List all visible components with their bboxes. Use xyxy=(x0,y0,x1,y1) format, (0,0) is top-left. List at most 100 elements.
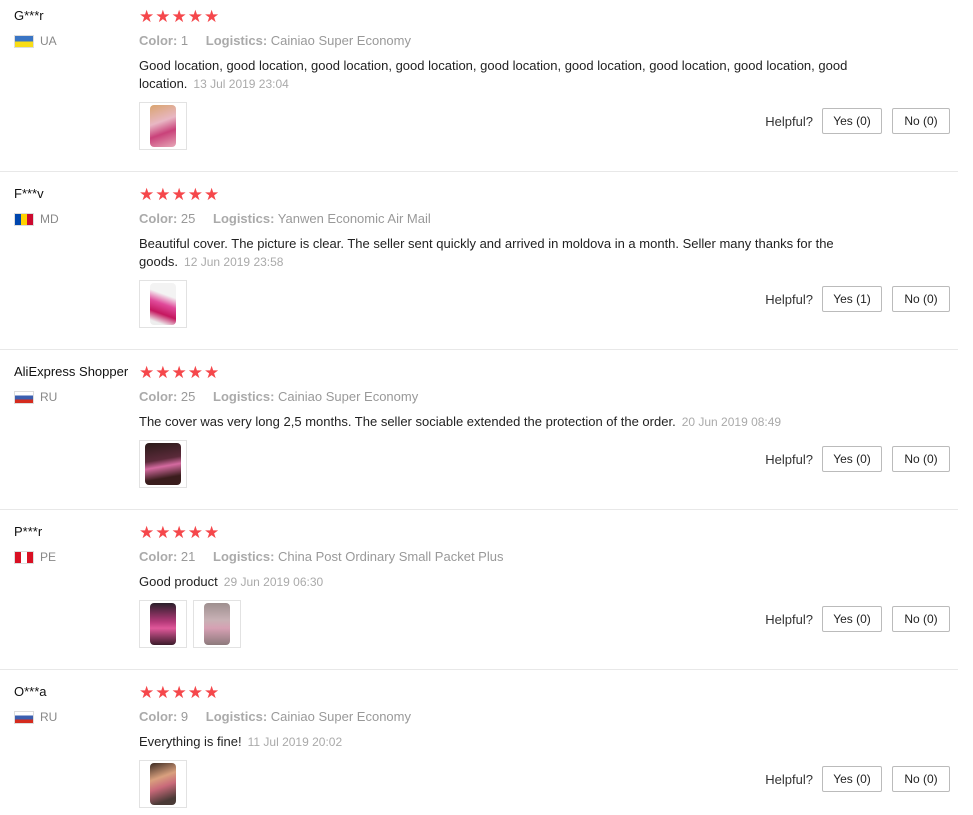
reviewer-name: F***v xyxy=(14,186,44,201)
color-value: 25 xyxy=(180,389,196,404)
phone-case-photo xyxy=(150,283,176,325)
reviewer-name: AliExpress Shopper xyxy=(14,364,129,379)
helpful-no-button[interactable]: No (0) xyxy=(892,108,950,134)
review-text: Everything is fine! 11 Jul 2019 20:02 xyxy=(139,733,859,751)
reviewer-country: RU xyxy=(14,710,57,724)
review-photo-thumbnail[interactable] xyxy=(139,280,187,328)
review-text: Good product 29 Jun 2019 06:30 xyxy=(139,573,859,591)
review-photos xyxy=(139,440,187,488)
country-code: PE xyxy=(40,550,57,564)
phone-case-photo xyxy=(150,105,176,147)
logistics-label: Logistics: xyxy=(205,33,268,48)
color-label: Color: xyxy=(139,549,178,564)
review-attributes: Color: 21 Logistics: China Post Ordinary… xyxy=(139,549,503,564)
helpful-yes-button[interactable]: Yes (0) xyxy=(822,108,882,134)
phone-case-photo xyxy=(204,603,230,645)
helpful-yes-button[interactable]: Yes (0) xyxy=(822,446,882,472)
logistics-label: Logistics: xyxy=(205,709,268,724)
review-attributes: Color: 9 Logistics: Cainiao Super Econom… xyxy=(139,709,411,724)
color-value: 9 xyxy=(180,709,189,724)
review-photos xyxy=(139,102,187,150)
review-photos xyxy=(139,760,187,808)
color-value: 21 xyxy=(180,549,196,564)
color-value: 25 xyxy=(180,211,196,226)
review-date: 20 Jun 2019 08:49 xyxy=(681,415,782,429)
color-value: 1 xyxy=(180,33,189,48)
phone-case-photo xyxy=(150,603,176,645)
logistics-label: Logistics: xyxy=(213,549,275,564)
reviewer-name: P***r xyxy=(14,524,43,539)
logistics-value: China Post Ordinary Small Packet Plus xyxy=(278,549,504,564)
helpful-no-button[interactable]: No (0) xyxy=(892,286,950,312)
helpful-label: Helpful? xyxy=(765,451,813,467)
review-photos xyxy=(139,600,241,648)
country-code: MD xyxy=(40,212,59,226)
reviewer-country: UA xyxy=(14,34,57,48)
star-rating: ★★★★★ xyxy=(139,523,221,542)
moldova-flag-icon xyxy=(14,212,34,226)
phone-case-photo xyxy=(145,443,181,485)
helpful-vote: Helpful? Yes (0) No (0) xyxy=(765,446,950,472)
review-photo-thumbnail[interactable] xyxy=(193,600,241,648)
review-date: 12 Jun 2019 23:58 xyxy=(184,255,284,269)
helpful-yes-button[interactable]: Yes (0) xyxy=(822,606,882,632)
helpful-no-button[interactable]: No (0) xyxy=(892,766,950,792)
country-code: RU xyxy=(40,390,58,404)
helpful-yes-button[interactable]: Yes (0) xyxy=(822,766,882,792)
helpful-no-button[interactable]: No (0) xyxy=(892,606,950,632)
review-item: G***r UA ★★★★★ Color: 1 Logistics: Caini… xyxy=(0,0,958,172)
review-photos xyxy=(139,280,187,328)
review-body: Everything is fine! xyxy=(139,734,242,749)
helpful-label: Helpful? xyxy=(765,771,813,787)
review-photo-thumbnail[interactable] xyxy=(139,600,187,648)
review-body: Good product xyxy=(139,574,218,589)
star-rating: ★★★★★ xyxy=(139,185,221,204)
review-attributes: Color: 25 Logistics: Cainiao Super Econo… xyxy=(139,389,418,404)
peru-flag-icon xyxy=(14,550,34,564)
reviewer-country: PE xyxy=(14,550,56,564)
reviewer-name: O***a xyxy=(14,684,47,699)
review-date: 13 Jul 2019 23:04 xyxy=(193,77,289,91)
review-item: F***v MD ★★★★★ Color: 25 Logistics: Yanw… xyxy=(0,178,958,350)
ukraine-flag-icon xyxy=(14,34,34,48)
color-label: Color: xyxy=(139,33,178,48)
review-date: 11 Jul 2019 20:02 xyxy=(247,735,343,749)
review-item: P***r PE ★★★★★ Color: 21 Logistics: Chin… xyxy=(0,516,958,670)
helpful-no-button[interactable]: No (0) xyxy=(892,446,950,472)
helpful-vote: Helpful? Yes (0) No (0) xyxy=(765,108,950,134)
color-label: Color: xyxy=(139,211,178,226)
helpful-label: Helpful? xyxy=(765,113,813,129)
helpful-vote: Helpful? Yes (0) No (0) xyxy=(765,606,950,632)
review-date: 29 Jun 2019 06:30 xyxy=(223,575,324,589)
color-label: Color: xyxy=(139,709,178,724)
logistics-value: Cainiao Super Economy xyxy=(270,709,411,724)
review-attributes: Color: 25 Logistics: Yanwen Economic Air… xyxy=(139,211,431,226)
review-attributes: Color: 1 Logistics: Cainiao Super Econom… xyxy=(139,33,411,48)
helpful-yes-button[interactable]: Yes (1) xyxy=(822,286,882,312)
review-body: The cover was very long 2,5 months. The … xyxy=(139,414,676,429)
review-text: Beautiful cover. The picture is clear. T… xyxy=(139,235,859,271)
helpful-label: Helpful? xyxy=(765,611,813,627)
helpful-vote: Helpful? Yes (1) No (0) xyxy=(765,286,950,312)
review-photo-thumbnail[interactable] xyxy=(139,102,187,150)
country-code: RU xyxy=(40,710,58,724)
color-label: Color: xyxy=(139,389,178,404)
logistics-label: Logistics: xyxy=(213,389,275,404)
review-text: Good location, good location, good locat… xyxy=(139,57,859,93)
helpful-label: Helpful? xyxy=(765,291,813,307)
reviewer-country: MD xyxy=(14,212,59,226)
review-photo-thumbnail[interactable] xyxy=(139,440,187,488)
star-rating: ★★★★★ xyxy=(139,363,221,382)
logistics-value: Cainiao Super Economy xyxy=(278,389,419,404)
russia-flag-icon xyxy=(14,390,34,404)
logistics-value: Cainiao Super Economy xyxy=(270,33,411,48)
reviewer-country: RU xyxy=(14,390,57,404)
helpful-vote: Helpful? Yes (0) No (0) xyxy=(765,766,950,792)
logistics-value: Yanwen Economic Air Mail xyxy=(277,211,431,226)
russia-flag-icon xyxy=(14,710,34,724)
phone-case-photo xyxy=(150,763,176,805)
logistics-label: Logistics: xyxy=(213,211,275,226)
reviewer-name: G***r xyxy=(14,8,44,23)
review-photo-thumbnail[interactable] xyxy=(139,760,187,808)
country-code: UA xyxy=(40,34,57,48)
